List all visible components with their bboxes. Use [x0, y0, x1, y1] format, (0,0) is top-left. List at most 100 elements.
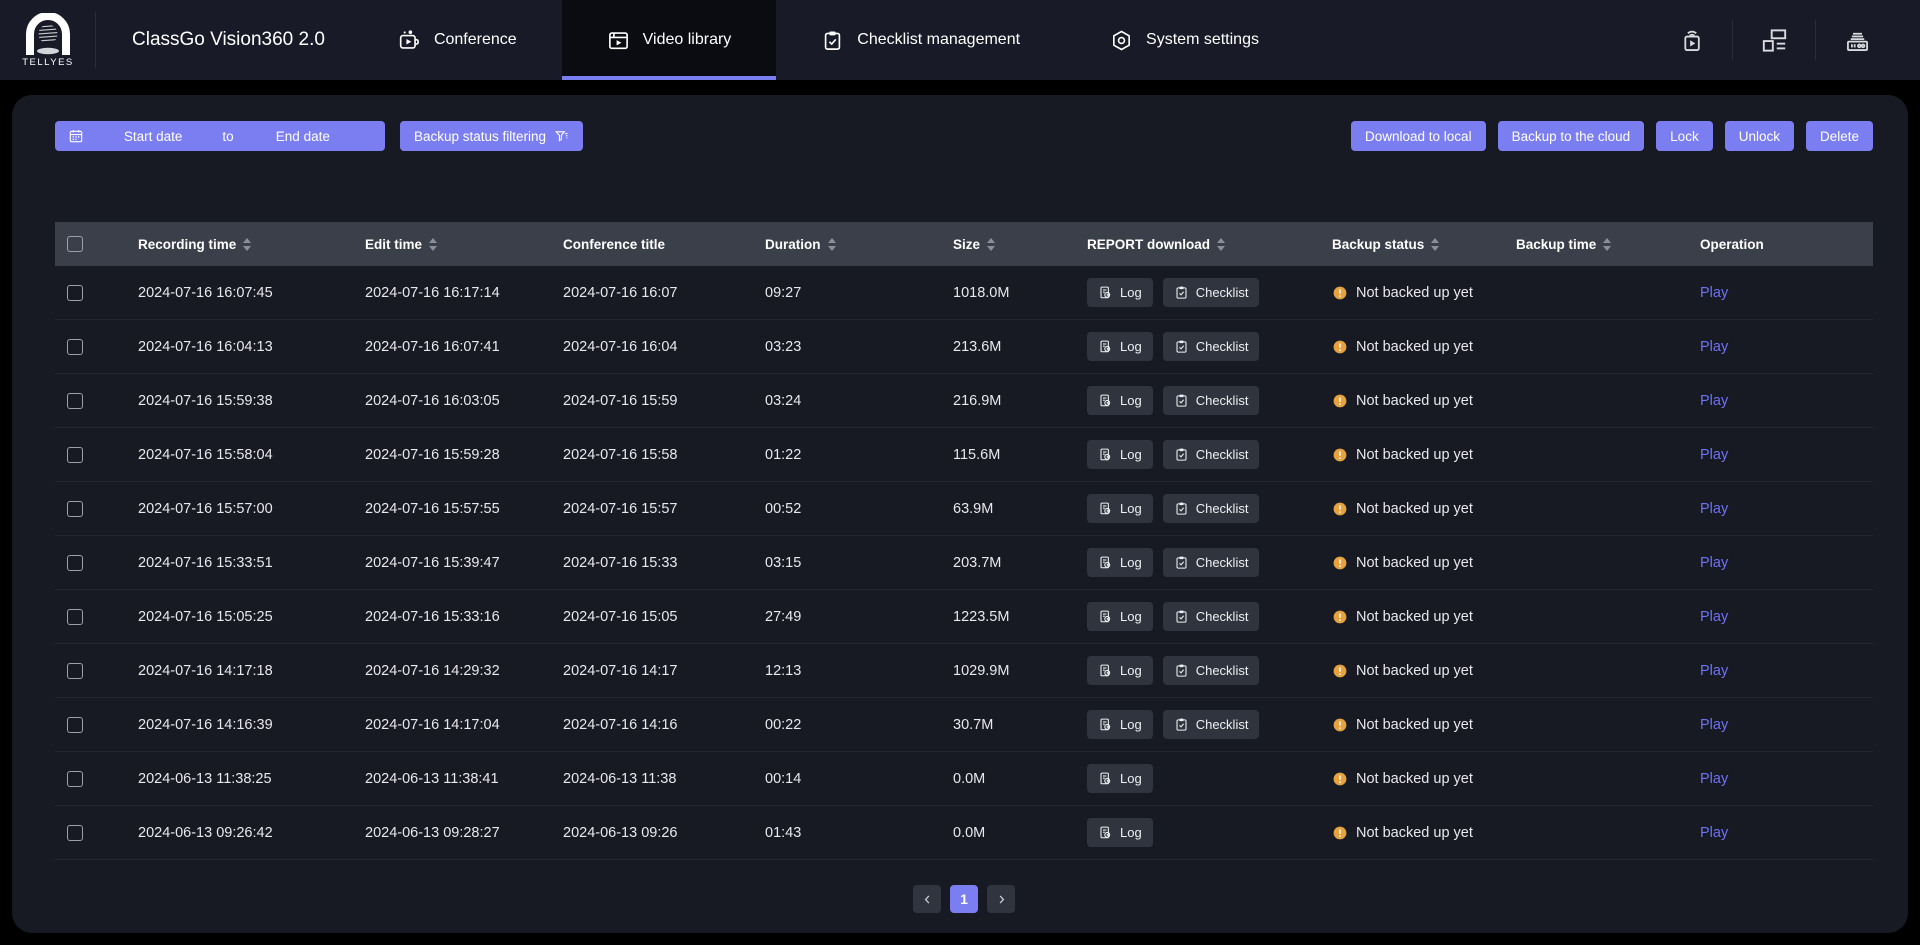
next-page-button[interactable] [987, 885, 1015, 913]
column-header-size[interactable]: Size [953, 237, 1087, 252]
prev-page-button[interactable] [913, 885, 941, 913]
unlock-button[interactable]: Unlock [1725, 121, 1794, 151]
sort-icon [1430, 237, 1440, 252]
backup-status-text: Not backed up yet [1356, 339, 1473, 355]
select-all-checkbox[interactable] [67, 236, 83, 252]
checklist-button[interactable]: Checklist [1163, 602, 1260, 631]
duration-cell: 00:22 [765, 717, 953, 733]
page-1-button[interactable]: 1 [950, 885, 978, 913]
date-range-picker[interactable]: Start date to End date [55, 121, 385, 151]
recording-time-cell: 2024-07-16 14:16:39 [138, 717, 365, 733]
backup-status-text: Not backed up yet [1356, 555, 1473, 571]
checklist-button[interactable]: Checklist [1163, 440, 1260, 469]
play-link[interactable]: Play [1700, 555, 1728, 571]
checklist-button[interactable]: Checklist [1163, 494, 1260, 523]
edit-time-cell: 2024-07-16 16:17:14 [365, 285, 563, 301]
table-row: 2024-07-16 14:16:39 2024-07-16 14:17:04 … [55, 698, 1873, 752]
log-button[interactable]: Log [1087, 278, 1153, 307]
checklist-button[interactable]: Checklist [1163, 710, 1260, 739]
duration-cell: 27:49 [765, 609, 953, 625]
conference-title-cell: 2024-07-16 15:59 [563, 393, 765, 409]
checklist-clipboard-icon [1174, 609, 1189, 624]
log-button[interactable]: Log [1087, 764, 1153, 793]
log-button[interactable]: Log [1087, 602, 1153, 631]
column-header-duration[interactable]: Duration [765, 237, 953, 252]
play-link[interactable]: Play [1700, 447, 1728, 463]
play-link[interactable]: Play [1700, 771, 1728, 787]
play-link[interactable]: Play [1700, 285, 1728, 301]
row-checkbox[interactable] [67, 501, 83, 517]
conference-title-cell: 2024-07-16 14:17 [563, 663, 765, 679]
duration-cell: 00:52 [765, 501, 953, 517]
backup-status-filter-button[interactable]: Backup status filtering [400, 121, 583, 151]
log-button[interactable]: Log [1087, 548, 1153, 577]
checklist-button-label: Checklist [1196, 609, 1249, 624]
log-button[interactable]: Log [1087, 440, 1153, 469]
play-link[interactable]: Play [1700, 339, 1728, 355]
tab-conference[interactable]: Conference [353, 0, 562, 80]
table-header-row: Recording time Edit time Conference titl… [55, 222, 1873, 266]
column-header-backup-status[interactable]: Backup status [1332, 237, 1516, 252]
log-button[interactable]: Log [1087, 386, 1153, 415]
play-link[interactable]: Play [1700, 717, 1728, 733]
row-checkbox[interactable] [67, 447, 83, 463]
play-link[interactable]: Play [1700, 609, 1728, 625]
row-checkbox[interactable] [67, 717, 83, 733]
checklist-button-label: Checklist [1196, 447, 1249, 462]
row-checkbox[interactable] [67, 663, 83, 679]
column-header-edit-time[interactable]: Edit time [365, 237, 563, 252]
operation-cell: Play [1700, 771, 1873, 787]
checklist-button[interactable]: Checklist [1163, 332, 1260, 361]
size-cell: 30.7M [953, 717, 1087, 733]
checklist-button[interactable]: Checklist [1163, 278, 1260, 307]
row-checkbox[interactable] [67, 609, 83, 625]
row-checkbox[interactable] [67, 393, 83, 409]
delete-button[interactable]: Delete [1806, 121, 1873, 151]
log-button[interactable]: Log [1087, 818, 1153, 847]
tab-system-settings[interactable]: System settings [1065, 0, 1304, 80]
start-date-input[interactable]: Start date [84, 129, 222, 144]
row-checkbox[interactable] [67, 771, 83, 787]
size-cell: 216.9M [953, 393, 1087, 409]
checklist-clipboard-icon [1174, 501, 1189, 516]
log-button[interactable]: Log [1087, 332, 1153, 361]
log-button[interactable]: Log [1087, 656, 1153, 685]
recorder-device-button[interactable] [1816, 17, 1898, 63]
row-checkbox[interactable] [67, 825, 83, 841]
row-checkbox[interactable] [67, 555, 83, 571]
recording-time-cell: 2024-07-16 15:59:38 [138, 393, 365, 409]
row-checkbox[interactable] [67, 339, 83, 355]
play-link[interactable]: Play [1700, 663, 1728, 679]
log-button-label: Log [1120, 285, 1142, 300]
layout-panels-button[interactable] [1733, 17, 1815, 63]
end-date-input[interactable]: End date [234, 129, 372, 144]
tab-video-library[interactable]: Video library [562, 0, 777, 80]
play-link[interactable]: Play [1700, 501, 1728, 517]
checklist-button[interactable]: Checklist [1163, 656, 1260, 685]
conference-title-cell: 2024-07-16 16:04 [563, 339, 765, 355]
row-checkbox[interactable] [67, 285, 83, 301]
recording-time-cell: 2024-07-16 14:17:18 [138, 663, 365, 679]
app-title: ClassGo Vision360 2.0 [132, 29, 325, 51]
column-header-backup-time[interactable]: Backup time [1516, 237, 1700, 252]
backup-to-cloud-button[interactable]: Backup to the cloud [1498, 121, 1645, 151]
lock-button[interactable]: Lock [1656, 121, 1713, 151]
download-to-local-button[interactable]: Download to local [1351, 121, 1486, 151]
checklist-button[interactable]: Checklist [1163, 548, 1260, 577]
play-link[interactable]: Play [1700, 825, 1728, 841]
edit-time-cell: 2024-07-16 15:39:47 [365, 555, 563, 571]
checklist-button[interactable]: Checklist [1163, 386, 1260, 415]
recording-time-cell: 2024-07-16 16:04:13 [138, 339, 365, 355]
cast-live-button[interactable] [1650, 17, 1732, 63]
play-link[interactable]: Play [1700, 393, 1728, 409]
checklist-button-label: Checklist [1196, 663, 1249, 678]
column-header-report-download[interactable]: REPORT download [1087, 237, 1332, 252]
table-row: 2024-07-16 15:58:04 2024-07-16 15:59:28 … [55, 428, 1873, 482]
log-button[interactable]: Log [1087, 494, 1153, 523]
tab-checklist-management[interactable]: Checklist management [776, 0, 1065, 80]
column-header-recording-time[interactable]: Recording time [138, 237, 365, 252]
size-cell: 0.0M [953, 771, 1087, 787]
backup-status-text: Not backed up yet [1356, 501, 1473, 517]
operation-cell: Play [1700, 447, 1873, 463]
log-button[interactable]: Log [1087, 710, 1153, 739]
